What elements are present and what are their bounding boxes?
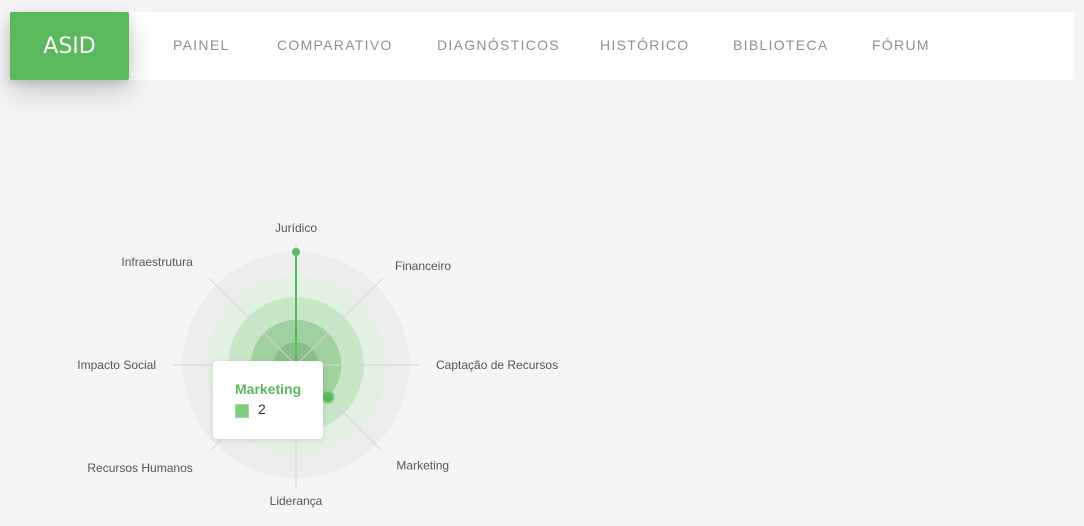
radar-point — [320, 389, 335, 404]
tooltip-title: Marketing — [235, 381, 302, 397]
axis-label: Captação de Recursos — [436, 358, 558, 372]
axis-label: Recursos Humanos — [87, 461, 192, 475]
axis-label: Marketing — [396, 458, 449, 472]
tooltip-swatch — [235, 404, 249, 418]
axis-label: Liderança — [270, 494, 323, 508]
axis-label: Jurídico — [275, 221, 317, 235]
brand-logo[interactable]: ASID — [10, 12, 129, 80]
chart-tooltip: Marketing 2 — [213, 361, 323, 439]
radar-chart: Jurídico Financeiro Captação de Recursos Ma… — [77, 221, 558, 508]
axis-label: Impacto Social — [77, 358, 156, 372]
axis-label: Financeiro — [395, 259, 451, 273]
tooltip-value: 2 — [258, 401, 266, 417]
axis-label: Infraestrutura — [121, 255, 193, 269]
radar-point — [292, 248, 300, 256]
